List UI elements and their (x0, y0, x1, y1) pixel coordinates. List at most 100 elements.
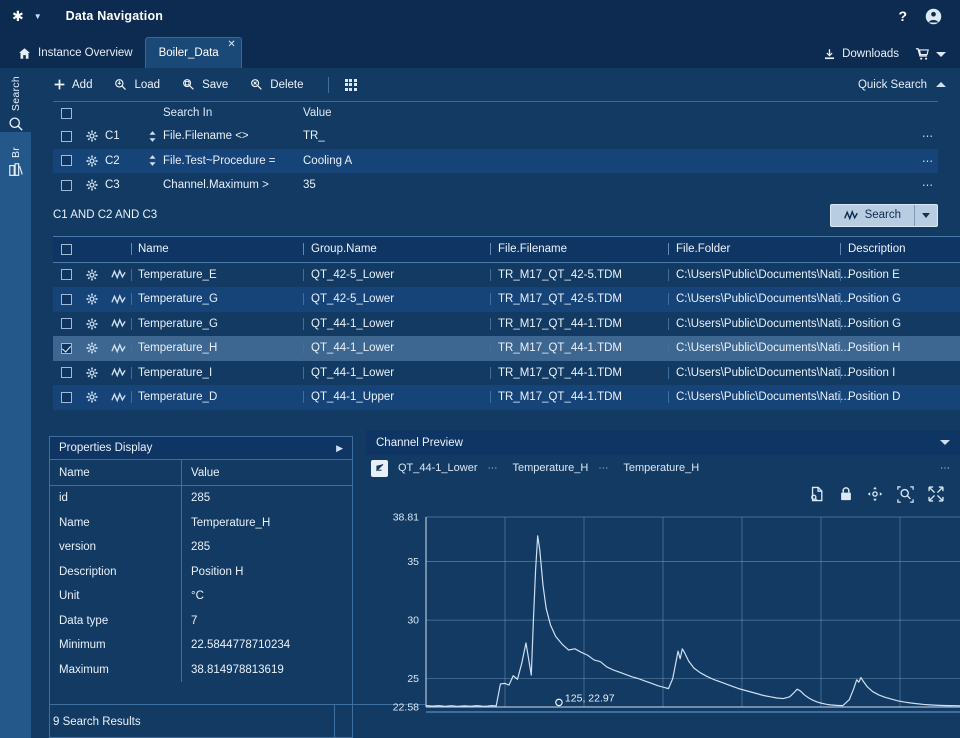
more-icon[interactable]: ⋯ (922, 154, 934, 167)
load-button[interactable]: Load (114, 78, 160, 92)
results-header-name[interactable]: Name (131, 243, 303, 255)
row-checkbox[interactable] (60, 342, 72, 354)
save-button[interactable]: Save (182, 78, 228, 92)
more-icon[interactable]: ⋯ (922, 130, 934, 143)
gear-icon[interactable] (86, 155, 98, 167)
sidebar-item-search-label: Search (9, 76, 22, 112)
gear-icon[interactable] (86, 269, 98, 281)
grid-icon[interactable] (344, 78, 357, 91)
app-title: Data Navigation (65, 9, 164, 23)
waveform-icon[interactable] (110, 367, 126, 378)
cart-icon[interactable] (915, 47, 930, 61)
close-icon[interactable]: ✕ (227, 40, 235, 50)
criteria-row[interactable]: C3 Channel.Maximum > 35 ⋯ (53, 173, 938, 198)
chart-svg[interactable]: 38.81 35 30 25 22.58 125, 22.97 (366, 507, 960, 738)
row-checkbox[interactable] (60, 391, 72, 403)
cell-name: Temperature_E (131, 268, 303, 281)
sort-updown-icon[interactable] (148, 130, 157, 143)
table-row[interactable]: Temperature_E QT_42-5_Lower TR_M17_QT_42-5… (53, 263, 960, 288)
back-arrow-icon[interactable] (371, 459, 388, 477)
account-icon[interactable] (925, 8, 942, 25)
channel-chart[interactable]: 38.81 35 30 25 22.58 125, 22.97 (366, 507, 960, 738)
waveform-icon[interactable] (110, 342, 126, 354)
breadcrumb-item-group[interactable]: QT_44-1_Lower (398, 462, 488, 474)
search-button[interactable]: Search (831, 205, 914, 226)
add-button[interactable]: Add (53, 78, 92, 91)
inspect-icon[interactable] (809, 486, 825, 502)
tab-instance-overview[interactable]: Instance Overview (14, 38, 145, 68)
more-icon[interactable]: ⋯ (940, 463, 960, 474)
criteria-row-value[interactable]: 35 (303, 179, 938, 191)
title-bar: ✱ ▼ Data Navigation ? (0, 0, 960, 32)
criteria-row-value[interactable]: TR_ (303, 130, 938, 142)
criteria-logic-row: C1 AND C2 AND C3 Search (31, 198, 960, 236)
gear-icon[interactable] (86, 342, 98, 354)
waveform-icon[interactable] (110, 318, 126, 329)
criteria-row[interactable]: C2 File.Test~Procedure = Cooling A ⋯ (53, 148, 938, 173)
gear-icon[interactable] (86, 130, 98, 142)
save-icon (183, 78, 194, 90)
table-row[interactable]: Temperature_G QT_44-1_Lower TR_M17_QT_44-1… (53, 312, 960, 337)
row-checkbox[interactable] (60, 367, 72, 379)
zoom-select-icon[interactable] (897, 485, 914, 503)
criteria-row-checkbox[interactable] (60, 155, 72, 167)
downloads-label: Downloads (842, 48, 899, 60)
application-window: ✱ ▼ Data Navigation ? Instance Overview … (0, 0, 960, 738)
breadcrumb-item-channel[interactable]: Temperature_H (513, 462, 599, 474)
criteria-row-search-in[interactable]: Channel.Maximum > (163, 179, 303, 191)
gear-icon[interactable] (86, 367, 98, 379)
gear-icon[interactable] (86, 391, 98, 403)
criteria-row-search-in[interactable]: File.Filename <> (163, 130, 303, 142)
gear-icon[interactable] (86, 179, 98, 191)
row-checkbox[interactable] (60, 269, 72, 281)
criteria-row-checkbox[interactable] (60, 130, 72, 142)
waveform-icon[interactable] (110, 269, 126, 280)
results-header-file-folder[interactable]: File.Folder (668, 243, 840, 255)
lock-icon[interactable] (839, 486, 853, 502)
downloads-button[interactable]: Downloads (823, 48, 899, 61)
quick-search-toggle[interactable]: Quick Search (858, 79, 946, 91)
select-all-criteria-checkbox[interactable] (60, 107, 72, 119)
property-value: Temperature_H (181, 510, 352, 535)
table-row[interactable]: Temperature_H QT_44-1_Lower TR_M17_QT_44-1… (53, 336, 960, 361)
sidebar-item-browse[interactable]: Br (0, 132, 31, 178)
sort-updown-icon[interactable] (148, 154, 157, 167)
criteria-row-search-in[interactable]: File.Test~Procedure = (163, 155, 303, 167)
results-header-file-filename[interactable]: File.Filename (490, 243, 668, 255)
cell-group-name: QT_44-1_Lower (303, 366, 490, 379)
properties-table: Name Value id 285 Name Temperature_H version… (49, 460, 353, 738)
results-header-description[interactable]: Description (840, 243, 960, 255)
table-row[interactable]: Temperature_I QT_44-1_Lower TR_M17_QT_44-1… (53, 361, 960, 386)
pan-icon[interactable] (867, 486, 883, 502)
row-checkbox[interactable] (60, 293, 72, 305)
criteria-row-checkbox[interactable] (60, 179, 72, 191)
sidebar-item-search[interactable]: Search (0, 68, 31, 133)
chevron-right-icon[interactable]: ▶ (336, 443, 343, 454)
help-icon[interactable]: ? (898, 8, 907, 24)
gear-icon[interactable] (86, 318, 98, 330)
search-dropdown-button[interactable] (914, 204, 937, 226)
property-name: Name (59, 516, 90, 529)
criteria-row-value[interactable]: Cooling A (303, 155, 938, 167)
criteria-row[interactable]: C1 File.Filename <> TR_ ⋯ (53, 124, 938, 149)
waveform-icon[interactable] (110, 293, 126, 305)
row-checkbox[interactable] (60, 318, 72, 330)
app-logo-icon[interactable]: ✱ (12, 9, 24, 23)
tab-boiler-data[interactable]: Boiler_Data ✕ (144, 37, 242, 68)
more-icon[interactable]: ⋯ (922, 179, 934, 192)
breadcrumb-item-current[interactable]: Temperature_H (623, 462, 709, 474)
delete-button[interactable]: Delete (250, 78, 304, 92)
results-header-group-name[interactable]: Group.Name (303, 243, 490, 255)
chevron-down-icon[interactable]: ▼ (34, 12, 42, 21)
chevron-down-icon[interactable] (940, 440, 950, 445)
waveform-icon[interactable] (110, 391, 126, 403)
cell-file-folder: C:\Users\Public\Documents\Nati... (668, 268, 850, 281)
select-all-results-checkbox[interactable] (60, 243, 72, 255)
gear-icon[interactable] (86, 293, 98, 305)
cart-chevron-down-icon[interactable] (936, 51, 946, 57)
table-row[interactable]: Temperature_D QT_44-1_Upper TR_M17_QT_44-1… (53, 385, 960, 410)
more-icon[interactable]: ⋯ (598, 463, 623, 474)
fullscreen-icon[interactable] (928, 486, 944, 502)
table-row[interactable]: Temperature_G QT_42-5_Lower TR_M17_QT_42-5… (53, 287, 960, 312)
more-icon[interactable]: ⋯ (488, 463, 513, 474)
